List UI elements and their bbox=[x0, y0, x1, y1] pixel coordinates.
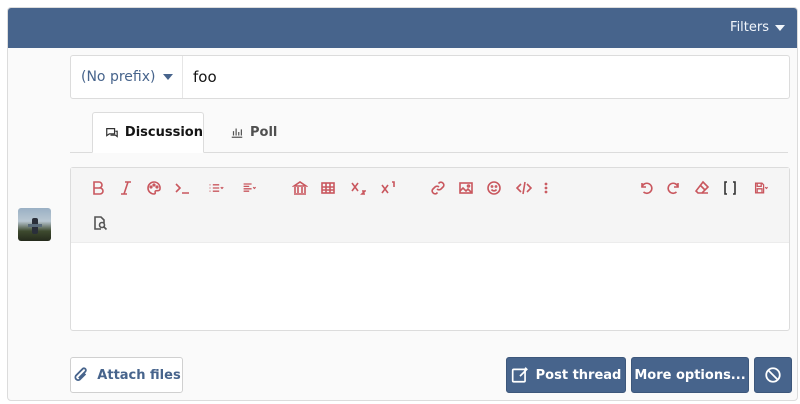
smile-icon bbox=[487, 181, 501, 195]
italic-button[interactable] bbox=[115, 177, 137, 199]
subscript-icon bbox=[351, 182, 366, 195]
preview-icon bbox=[94, 216, 108, 231]
tab-poll[interactable]: Poll bbox=[230, 112, 277, 152]
table-icon bbox=[321, 182, 335, 194]
palette-icon bbox=[147, 181, 161, 195]
message-editor[interactable] bbox=[71, 242, 789, 330]
bb-code-button[interactable] bbox=[719, 177, 741, 199]
brackets-icon bbox=[724, 181, 736, 195]
redo-icon bbox=[667, 182, 679, 195]
ban-icon bbox=[765, 367, 781, 383]
code-icon bbox=[516, 181, 532, 195]
list-icon bbox=[209, 184, 224, 192]
vertical-ellipsis-icon bbox=[544, 182, 548, 194]
thread-title-input[interactable] bbox=[183, 56, 789, 98]
paperclip-icon bbox=[74, 367, 88, 381]
caret-down-icon bbox=[775, 24, 785, 31]
emoji-button[interactable] bbox=[483, 177, 505, 199]
image-icon bbox=[459, 182, 473, 194]
thread-composer: Filters (No prefix) Discussion Poll bbox=[7, 7, 798, 401]
redo-button[interactable] bbox=[663, 177, 685, 199]
more-options-button[interactable]: More options... bbox=[631, 357, 749, 393]
preview-button[interactable] bbox=[89, 212, 111, 234]
align-menu-button[interactable] bbox=[235, 177, 265, 199]
image-button[interactable] bbox=[455, 177, 477, 199]
comments-icon bbox=[106, 127, 118, 138]
remove-format-button[interactable] bbox=[691, 177, 713, 199]
header-bar: Filters bbox=[8, 8, 797, 48]
save-icon bbox=[754, 182, 769, 194]
rich-text-editor bbox=[70, 167, 790, 331]
tab-label: Discussion bbox=[124, 125, 203, 140]
link-button[interactable] bbox=[427, 177, 449, 199]
prefix-select[interactable]: (No prefix) bbox=[71, 56, 183, 98]
post-thread-button[interactable]: Post thread bbox=[506, 357, 626, 393]
tab-label: Poll bbox=[250, 124, 278, 140]
bank-icon bbox=[292, 181, 308, 195]
undo-button[interactable] bbox=[635, 177, 657, 199]
caret-down-icon bbox=[163, 74, 174, 80]
drafts-menu-button[interactable] bbox=[747, 177, 777, 199]
filters-menu[interactable]: Filters bbox=[730, 20, 785, 35]
attach-files-label: Attach files bbox=[97, 367, 181, 383]
bar-chart-icon bbox=[231, 128, 243, 138]
undo-icon bbox=[641, 182, 653, 195]
more-options-label: More options... bbox=[634, 367, 746, 383]
superscript-button[interactable] bbox=[377, 177, 399, 199]
superscript-icon bbox=[381, 181, 395, 194]
align-left-icon bbox=[243, 183, 257, 192]
link-icon bbox=[431, 181, 445, 195]
subscript-button[interactable] bbox=[347, 177, 369, 199]
prefix-label: (No prefix) bbox=[81, 69, 156, 85]
inline-code-button[interactable] bbox=[171, 177, 193, 199]
table-button[interactable] bbox=[317, 177, 339, 199]
bold-icon bbox=[93, 181, 104, 195]
italic-icon bbox=[121, 181, 131, 195]
filters-label: Filters bbox=[730, 20, 769, 35]
terminal-icon bbox=[175, 183, 189, 194]
text-color-button[interactable] bbox=[143, 177, 165, 199]
edit-icon bbox=[511, 367, 528, 383]
bank-button[interactable] bbox=[289, 177, 311, 199]
title-row: (No prefix) bbox=[70, 55, 790, 99]
more-options-toolbar-button[interactable] bbox=[539, 177, 553, 199]
attach-files-button[interactable]: Attach files bbox=[70, 357, 183, 393]
post-thread-label: Post thread bbox=[535, 367, 622, 383]
composer-tabs: Discussion Poll bbox=[70, 112, 788, 153]
eraser-icon bbox=[694, 180, 710, 194]
avatar[interactable] bbox=[18, 208, 51, 241]
bold-button[interactable] bbox=[87, 177, 109, 199]
list-menu-button[interactable] bbox=[201, 177, 231, 199]
cancel-button[interactable] bbox=[754, 357, 792, 393]
code-button[interactable] bbox=[513, 177, 535, 199]
tab-discussion[interactable]: Discussion bbox=[92, 112, 204, 153]
editor-toolbar bbox=[71, 168, 789, 243]
